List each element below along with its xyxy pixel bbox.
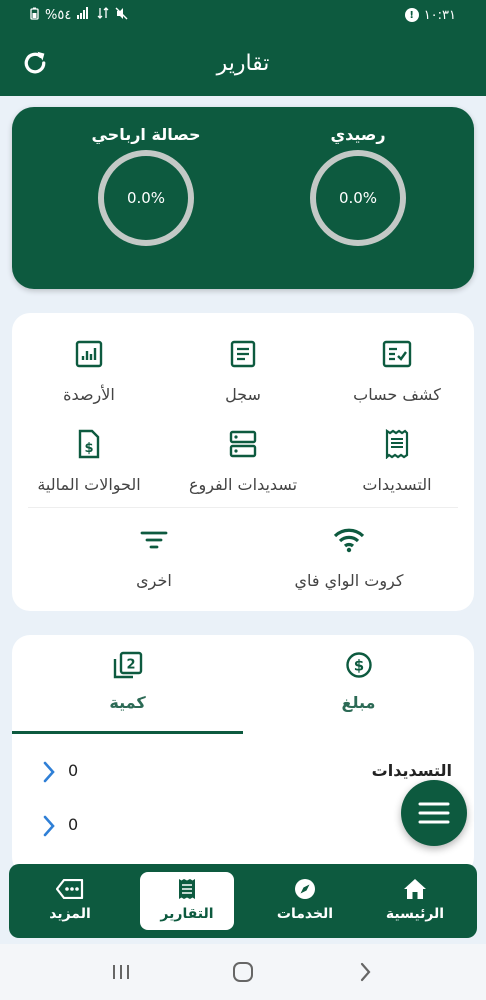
table-row[interactable]: التسديدات 0 [12, 747, 474, 799]
menu-divider [28, 507, 458, 508]
recent-apps-button[interactable] [101, 952, 141, 992]
row-value: 0 [68, 761, 79, 780]
profit-gauge[interactable]: حصالة ارباحي 0.0% [76, 125, 216, 246]
home-system-button[interactable] [223, 952, 263, 992]
balance-card: رصيدي 0.0% حصالة ارباحي 0.0% [12, 107, 474, 289]
menu-item-log[interactable]: سجل [166, 339, 320, 404]
tab-quantity[interactable]: 2 كمية [12, 635, 243, 735]
nav-label: الرئيسية [385, 906, 445, 922]
battery-icon [30, 7, 39, 24]
nav-services[interactable]: الخدمات [258, 872, 352, 930]
refresh-button[interactable] [18, 46, 52, 80]
more-icon [56, 879, 84, 899]
app-bar: تقارير [0, 30, 486, 96]
reports-icon [179, 879, 195, 899]
server-icon [229, 430, 257, 458]
nav-label: المزيد [49, 906, 91, 922]
menu-label: اخرى [136, 571, 172, 590]
filter-icon [140, 531, 168, 549]
menu-label: الأرصدة [63, 385, 115, 404]
dollar-icon: $ [345, 652, 372, 678]
status-bar: %٥٤ ! ١٠:٣١ [0, 0, 486, 30]
battery-level: %٥٤ [45, 7, 72, 23]
chevron-right-icon[interactable] [38, 759, 60, 785]
back-chevron-icon [360, 962, 371, 982]
svg-text:$: $ [353, 657, 363, 675]
menu-item-branch-payments[interactable]: تسديدات الفروع [166, 429, 320, 494]
tab-amount[interactable]: $ مبلغ [243, 635, 474, 735]
nav-home[interactable]: الرئيسية [368, 872, 462, 930]
my-balance-label: رصيدي [330, 125, 386, 144]
menu-item-balances[interactable]: الأرصدة [12, 339, 166, 404]
my-balance-value: 0.0% [338, 189, 378, 207]
row-name: التسديدات [371, 761, 452, 780]
menu-item-account-statement[interactable]: كشف حساب [320, 339, 474, 404]
profit-value: 0.0% [126, 189, 166, 207]
svg-text:$: $ [84, 441, 93, 456]
tab-indicator [12, 731, 243, 734]
profit-ring: 0.0% [98, 150, 194, 246]
nav-label: التقارير [160, 906, 214, 922]
stats-card: $ مبلغ 2 كمية التسديدات 0 0 [12, 635, 474, 875]
home-circle-icon [233, 962, 253, 982]
system-nav-bar [0, 944, 486, 1000]
money-document-icon: $ [78, 429, 100, 459]
nav-label: الخدمات [276, 906, 334, 922]
menu-item-money-transfers[interactable]: $ الحوالات المالية [12, 429, 166, 494]
home-icon [404, 879, 426, 899]
menu-item-wifi-cards[interactable]: كروت الواي فاي [254, 525, 444, 590]
menu-label: كروت الواي فاي [294, 571, 404, 590]
account-statement-icon [382, 340, 412, 368]
status-time: ١٠:٣١ [423, 7, 456, 23]
profit-label: حصالة ارباحي [91, 125, 201, 144]
refresh-icon [24, 51, 46, 74]
row-value: 0 [68, 815, 79, 834]
back-button[interactable] [345, 952, 385, 992]
menu-label: التسديدات [362, 475, 432, 494]
balances-icon [75, 340, 103, 368]
menu-label: تسديدات الفروع [188, 475, 298, 494]
recent-apps-icon [113, 965, 129, 979]
bottom-nav: الرئيسية الخدمات التقارير المزيد [9, 864, 477, 938]
chevron-right-icon[interactable] [38, 813, 60, 839]
my-balance-ring: 0.0% [310, 150, 406, 246]
nav-more[interactable]: المزيد [23, 872, 117, 930]
receipt-icon [385, 429, 409, 459]
menu-label: كشف حساب [353, 385, 441, 404]
wifi-icon [333, 528, 365, 553]
alert-icon: ! [404, 8, 419, 22]
svg-text:2: 2 [126, 658, 135, 673]
mute-icon [115, 7, 128, 24]
log-icon [230, 340, 256, 368]
menu-item-other[interactable]: اخرى [94, 525, 214, 590]
status-left: %٥٤ [30, 7, 128, 24]
menu-fab-button[interactable] [401, 780, 467, 846]
nav-reports[interactable]: التقارير [140, 872, 234, 930]
signal-icon [77, 7, 91, 23]
hamburger-icon [418, 802, 450, 824]
my-balance-gauge[interactable]: رصيدي 0.0% [288, 125, 428, 246]
quantity-icon: 2 [113, 651, 142, 679]
menu-item-payments[interactable]: التسديدات [320, 429, 474, 494]
tab-label: كمية [109, 693, 146, 712]
menu-label: سجل [225, 385, 261, 404]
page-title: تقارير [216, 50, 270, 76]
compass-icon [295, 879, 315, 899]
tab-label: مبلغ [341, 693, 376, 712]
menu-label: الحوالات المالية [37, 475, 141, 494]
data-icon [97, 7, 109, 23]
reports-menu: كشف حساب سجل الأرصدة التسديدات تسديدات ا… [12, 313, 474, 611]
status-right: ! ١٠:٣١ [404, 7, 456, 23]
